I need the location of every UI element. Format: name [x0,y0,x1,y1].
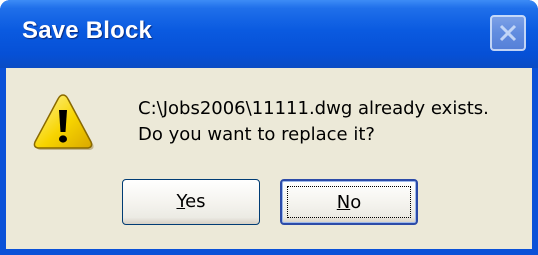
message-line-1: C:\Jobs2006\11111.dwg already exists. [138,98,489,119]
window-title: Save Block [22,17,153,44]
no-button[interactable]: No [280,179,418,225]
warning-icon [33,94,94,150]
close-button[interactable] [490,15,526,51]
no-label-rest: o [350,192,362,213]
dialog-body: C:\Jobs2006\11111.dwg already exists. Do… [6,68,532,249]
no-button-label: No [337,192,361,213]
title-bar[interactable]: Save Block [0,0,538,68]
window-frame-bottom [0,249,538,255]
yes-accel-key: Y [176,191,186,212]
yes-button-label: Yes [176,191,205,212]
yes-button[interactable]: Yes [122,179,260,225]
yes-label-rest: es [185,191,206,212]
message-line-2: Do you want to replace it? [138,124,375,145]
message-text: C:\Jobs2006\11111.dwg already exists. Do… [138,96,489,148]
save-block-dialog: Save Block C:\Jobs2006\11111.dwg already… [0,0,538,255]
no-accel-key: N [336,192,351,213]
close-icon [499,24,517,42]
